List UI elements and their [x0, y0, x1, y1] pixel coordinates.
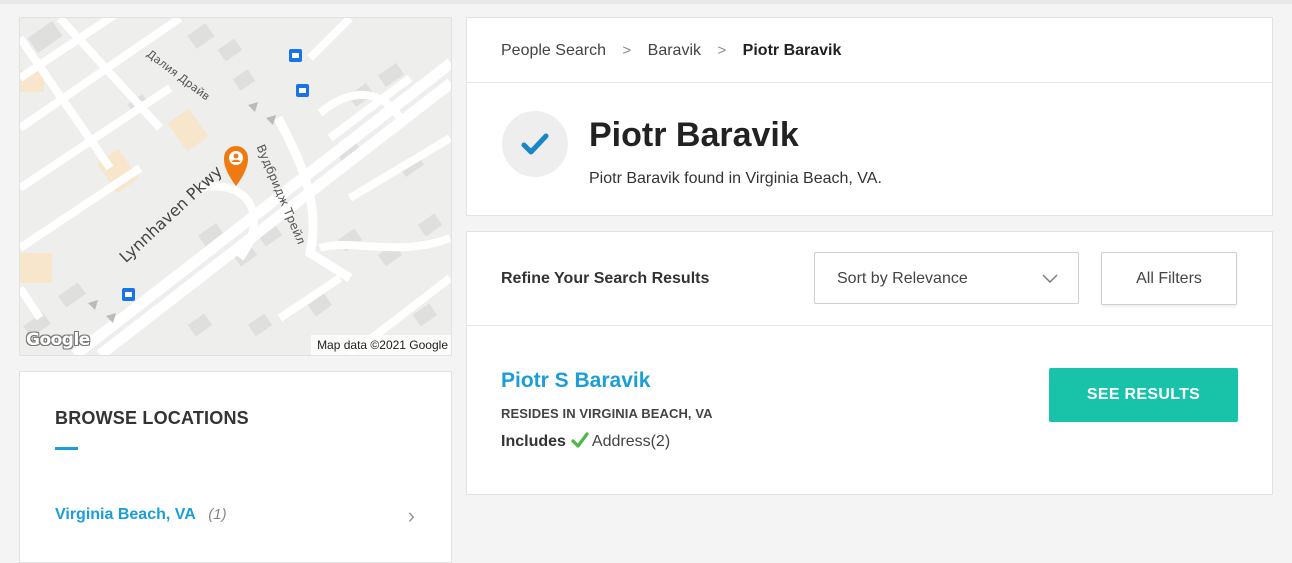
location-name[interactable]: Virginia Beach, VA — [55, 506, 196, 523]
chevron-down-icon — [1042, 271, 1058, 289]
breadcrumb-current: Piotr Baravik — [742, 42, 842, 59]
top-divider — [0, 0, 1292, 4]
map-graphics — [20, 18, 451, 355]
profile-header-card: People Search > Baravik > Piotr Baravik … — [466, 17, 1273, 216]
title-underline — [55, 447, 78, 450]
results-card: Refine Your Search Results Sort by Relev… — [466, 231, 1273, 495]
see-results-button[interactable]: SEE RESULTS — [1049, 368, 1238, 422]
map-data-credit[interactable]: Map data ©2021 Google — [311, 335, 451, 355]
includes-label: Includes — [501, 433, 566, 450]
result-includes: Includes Address(2) — [501, 432, 670, 453]
breadcrumb-separator-icon: > — [622, 42, 632, 59]
sort-dropdown[interactable]: Sort by Relevance — [814, 252, 1079, 304]
breadcrumb: People Search > Baravik > Piotr Baravik — [467, 18, 1272, 83]
google-logo[interactable]: Google — [26, 330, 90, 350]
browse-locations-panel: BROWSE LOCATIONS Virginia Beach, VA (1) … — [19, 371, 452, 563]
refine-label: Refine Your Search Results — [501, 270, 710, 287]
divider — [467, 325, 1272, 326]
breadcrumb-baravik[interactable]: Baravik — [648, 42, 701, 59]
result-residence: RESIDES IN VIRGINIA BEACH, VA — [501, 406, 713, 421]
location-count: (1) — [208, 506, 227, 523]
page-subtitle: Piotr Baravik found in Virginia Beach, V… — [589, 170, 882, 187]
all-filters-button[interactable]: All Filters — [1101, 252, 1237, 305]
browse-locations-title: BROWSE LOCATIONS — [55, 408, 249, 428]
verified-check-icon — [502, 111, 568, 177]
includes-item: Address(2) — [591, 433, 671, 450]
location-item[interactable]: Virginia Beach, VA (1) › — [55, 505, 415, 530]
location-map[interactable]: Далия Драйв Lynnhaven Pkwy Вудбридж Трей… — [19, 17, 452, 356]
result-name-link[interactable]: Piotr S Baravik — [501, 369, 650, 393]
check-icon — [571, 432, 589, 453]
chevron-right-icon[interactable]: › — [408, 505, 415, 527]
page-title: Piotr Baravik — [589, 116, 799, 154]
breadcrumb-people-search[interactable]: People Search — [501, 42, 606, 59]
sort-value: Sort by Relevance — [837, 270, 968, 287]
breadcrumb-separator-icon: > — [717, 42, 727, 59]
map-pin-icon — [224, 146, 248, 186]
